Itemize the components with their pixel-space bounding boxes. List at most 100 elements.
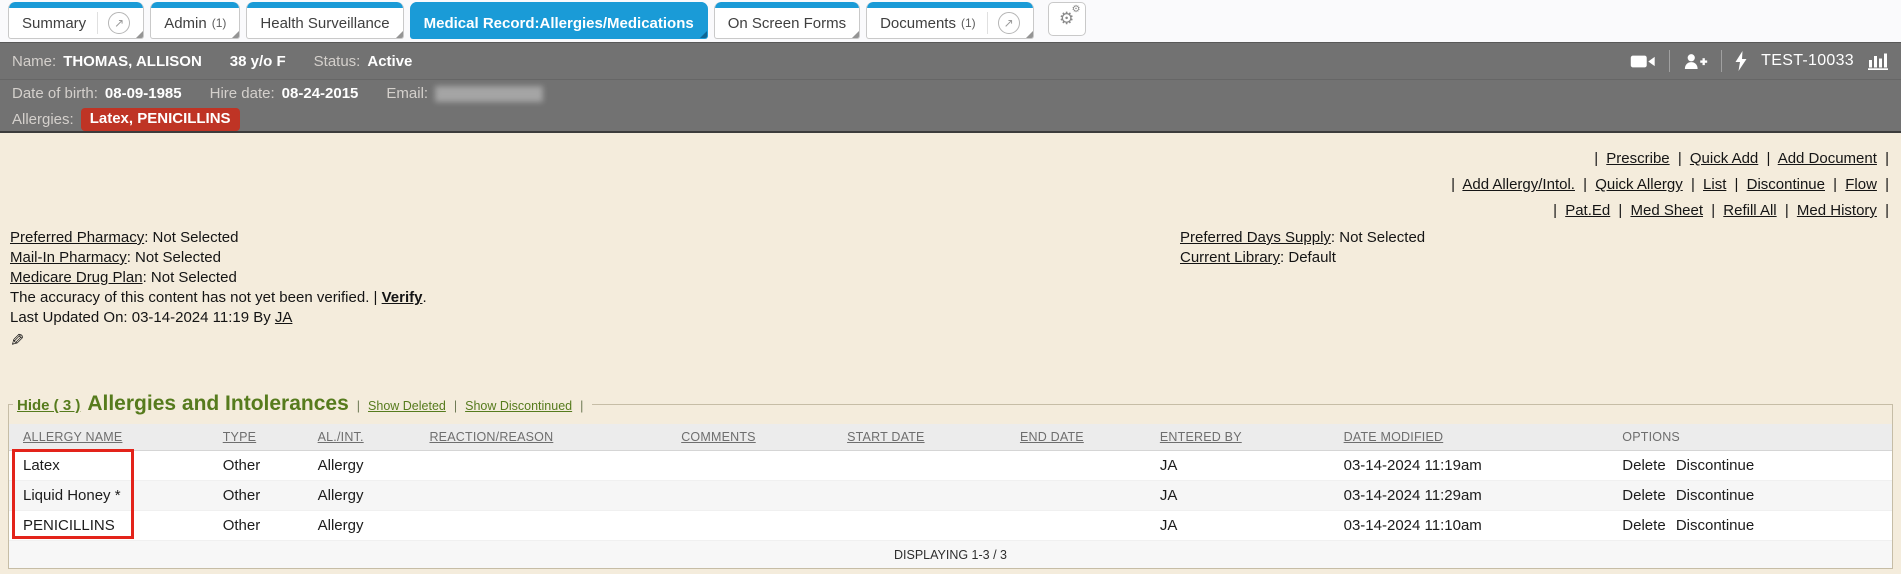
discontinue-action[interactable]: Discontinue [1676,517,1754,534]
column-header-allergy-name[interactable]: ALLERGY NAME [23,430,122,444]
edit-pencil-icon[interactable]: ✎ [10,331,24,351]
separator: | [1594,150,1598,167]
pharmacy-info: Preferred Pharmacy: Not Selected Mail-In… [0,224,1901,352]
table-row: Latex Other Allergy JA 03-14-2024 11:19a… [9,451,1892,481]
tab-label: On Screen Forms [728,15,846,32]
preferred-days-supply-link[interactable]: Preferred Days Supply [1180,229,1331,246]
table-row: PENICILLINS Other Allergy JA 03-14-2024 … [9,511,1892,541]
medicare-drug-plan-link[interactable]: Medicare Drug Plan [10,269,143,286]
delete-action[interactable]: Delete [1622,487,1665,504]
add-allergy-intol-link[interactable]: Add Allergy/Intol. [1462,176,1575,193]
field-value: Not Selected [147,269,237,286]
dob-label: Date of birth: [12,85,98,102]
email-value-redacted: █████████████ [435,86,542,101]
allergy-alert-badge[interactable]: Latex, PENICILLINS [81,108,240,131]
column-header-date-modified[interactable]: DATE MODIFIED [1344,430,1444,444]
column-header-al-int[interactable]: AL./INT. [318,430,364,444]
tab-health-surveillance[interactable]: Health Surveillance [246,2,403,39]
separator: | [1785,202,1789,219]
show-discontinued-link[interactable]: Show Discontinued [465,399,572,413]
separator: | [1618,202,1622,219]
list-link[interactable]: List [1703,176,1726,193]
action-links-row-2: | Add Allergy/Intol. | Quick Allergy | L… [0,172,1893,198]
prescribe-link[interactable]: Prescribe [1606,150,1669,167]
action-links: | Prescribe | Quick Add | Add Document |… [0,133,1901,224]
tab-label: Admin [164,15,207,32]
refill-all-link[interactable]: Refill All [1723,202,1776,219]
separator: | [1711,202,1715,219]
quick-allergy-link[interactable]: Quick Allergy [1595,176,1683,193]
separator: | [1553,202,1557,219]
type-cell: Other [223,517,261,534]
updated-by-link[interactable]: JA [275,309,293,326]
last-updated-line: Last Updated On: 03-14-2024 11:19 By JA [10,308,1180,328]
current-library-link[interactable]: Current Library [1180,249,1280,266]
type-cell: Other [223,487,261,504]
email-label: Email: [386,85,428,102]
entered-by-cell: JA [1160,487,1178,504]
preferred-pharmacy-link[interactable]: Preferred Pharmacy [10,229,144,246]
allergies-table-wrapper: ALLERGY NAME TYPE AL./INT. REACTION/REAS… [9,424,1892,568]
tab-summary[interactable]: Summary ↗ [8,2,144,39]
patient-header-row-1: Name: THOMAS, ALLISON 38 y/o F Status: A… [0,43,1901,80]
date-modified-cell: 03-14-2024 11:19am [1344,457,1482,474]
discontinue-link[interactable]: Discontinue [1747,176,1825,193]
separator: | [1766,150,1770,167]
al-int-cell: Allergy [318,517,364,534]
separator: | [1735,176,1739,193]
column-header-comments[interactable]: COMMENTS [681,430,756,444]
open-external-button[interactable]: ↗ [987,12,1020,34]
med-history-link[interactable]: Med History [1797,202,1877,219]
patient-header: Name: THOMAS, ALLISON 38 y/o F Status: A… [0,42,1901,133]
verify-line: The accuracy of this content has not yet… [10,288,1180,308]
discontinue-action[interactable]: Discontinue [1676,487,1754,504]
add-document-link[interactable]: Add Document [1778,150,1877,167]
hire-date-value: 08-24-2015 [282,85,359,102]
allergy-name-cell: Latex [23,457,60,474]
separator: | [1691,176,1695,193]
entered-by-cell: JA [1160,517,1178,534]
verify-link[interactable]: Verify [382,289,423,306]
external-link-icon: ↗ [998,12,1020,34]
tab-label: Documents [880,15,956,32]
allergies-label: Allergies: [12,111,74,128]
field-value: Not Selected [148,229,238,246]
status-value: Active [367,53,412,70]
med-sheet-link[interactable]: Med Sheet [1630,202,1703,219]
quick-add-link[interactable]: Quick Add [1690,150,1758,167]
medicare-drug-plan-field: Medicare Drug Plan: Not Selected [10,268,1180,288]
video-camera-icon[interactable] [1630,53,1656,70]
section-title: Allergies and Intolerances [87,392,348,416]
discontinue-action[interactable]: Discontinue [1676,457,1754,474]
delete-action[interactable]: Delete [1622,517,1665,534]
pat-ed-link[interactable]: Pat.Ed [1565,202,1610,219]
separator: | [1885,150,1889,167]
bar-chart-icon[interactable] [1867,52,1889,70]
tab-on-screen-forms[interactable]: On Screen Forms [714,2,860,39]
flow-link[interactable]: Flow [1845,176,1877,193]
lightning-icon[interactable] [1735,51,1748,71]
tab-admin[interactable]: Admin (1) [150,2,240,39]
pharmacy-info-right: Preferred Days Supply: Not Selected Curr… [1180,228,1901,352]
column-header-entered-by[interactable]: ENTERED BY [1160,430,1242,444]
tab-medical-record-allergies-medications[interactable]: Medical Record:Allergies/Medications [410,2,708,39]
add-person-icon[interactable] [1683,53,1708,70]
column-header-end-date[interactable]: END DATE [1020,430,1084,444]
tab-documents[interactable]: Documents (1) ↗ [866,2,1034,39]
column-header-type[interactable]: TYPE [223,430,256,444]
patient-header-row-2: Date of birth: 08-09-1985 Hire date: 08-… [0,80,1901,106]
pharmacy-info-left: Preferred Pharmacy: Not Selected Mail-In… [10,228,1180,352]
delete-action[interactable]: Delete [1622,457,1665,474]
tab-label: Medical Record:Allergies/Medications [424,15,694,32]
open-external-button[interactable]: ↗ [97,12,130,34]
patient-age-sex: 38 y/o F [230,53,286,70]
preferred-days-supply-field: Preferred Days Supply: Not Selected [1180,228,1901,248]
hide-section-link[interactable]: Hide ( 3 ) [17,397,80,414]
separator: | [1451,176,1455,193]
mail-in-pharmacy-link[interactable]: Mail-In Pharmacy [10,249,127,266]
settings-button[interactable]: ⚙ ⚙ [1048,2,1086,36]
column-header-reaction-reason[interactable]: REACTION/REASON [429,430,553,444]
separator: | [1885,202,1889,219]
show-deleted-link[interactable]: Show Deleted [368,399,446,413]
column-header-start-date[interactable]: START DATE [847,430,924,444]
